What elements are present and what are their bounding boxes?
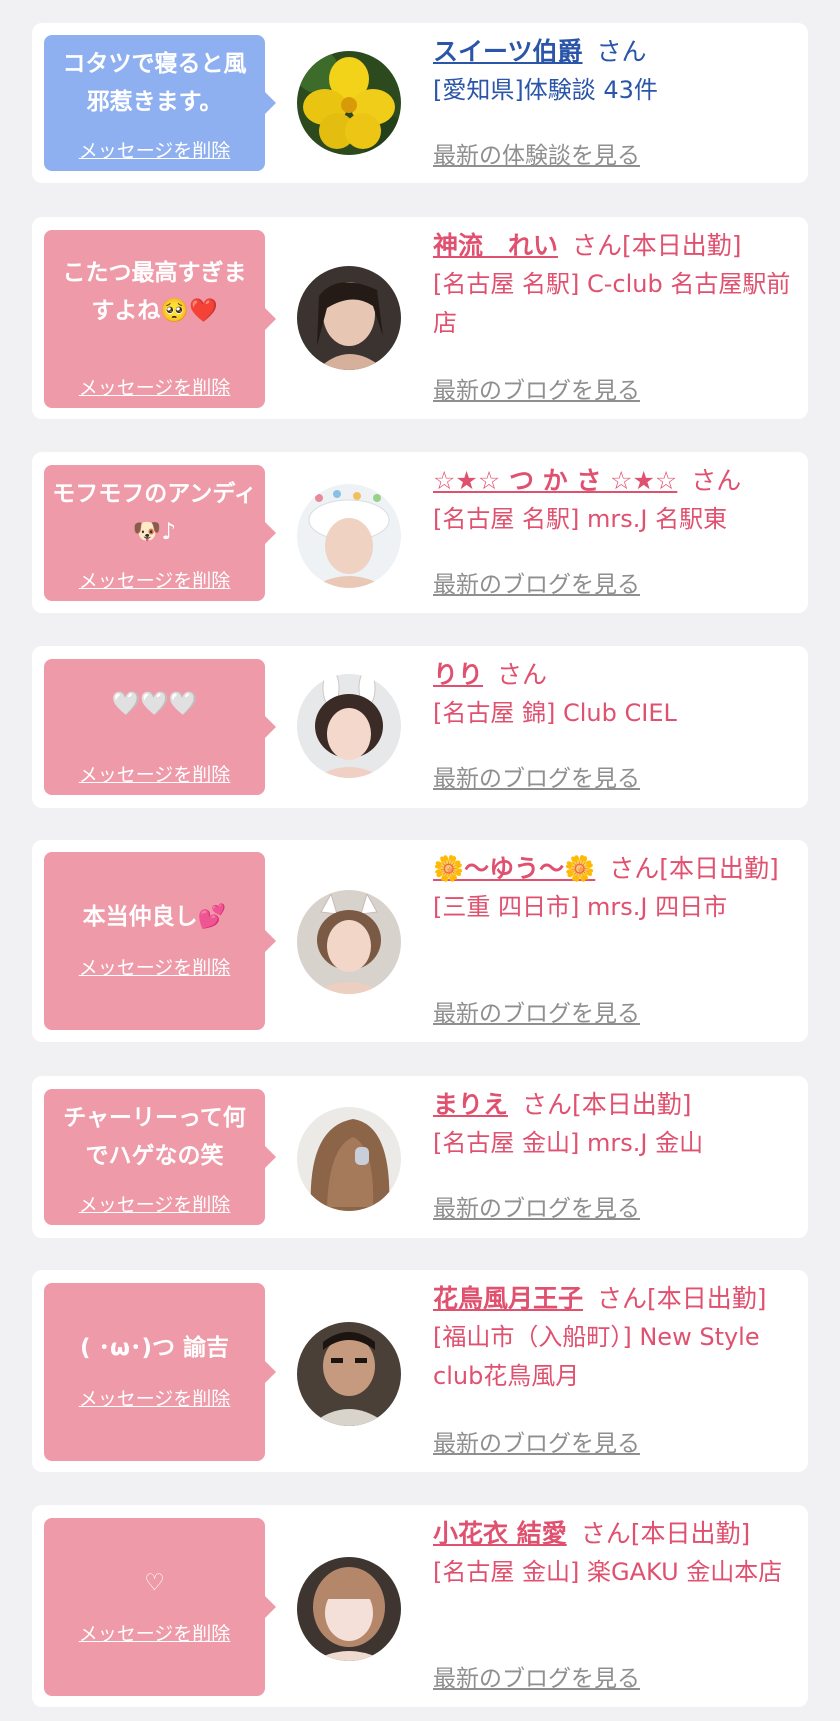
sender-suffix: さん[本日出勤]: [609, 854, 779, 883]
sender-name-line: 🌼〜ゆう〜🌼 さん[本日出勤]: [433, 850, 803, 888]
latest-reviews-link[interactable]: 最新の体験談を見る: [433, 136, 640, 170]
message-card: ( ･ω･)つ 諭吉 メッセージを削除 花鳥風月王子 さん[本日出勤] [福山市（…: [32, 1270, 808, 1472]
delete-message-link[interactable]: メッセージを削除: [44, 760, 265, 787]
latest-blog-link[interactable]: 最新のブログを見る: [433, 565, 640, 599]
sender-location: [名古屋 名駅] mrs.J 名駅東: [433, 505, 728, 533]
sender-name-link[interactable]: 花鳥風月王子: [433, 1284, 583, 1313]
sender-name-link[interactable]: りり: [433, 660, 483, 689]
message-list: コタツで寝ると風邪惹きます。 メッセージを削除 スイーツ伯爵 さん [愛知県]体験…: [0, 0, 840, 1721]
avatar[interactable]: [297, 890, 401, 994]
sender-location: [名古屋 名駅] C-club 名古屋駅前店: [433, 270, 791, 337]
avatar[interactable]: [297, 1107, 401, 1211]
sender-name-line: 小花衣 結愛 さん[本日出勤]: [433, 1515, 803, 1553]
sender-suffix: さん: [691, 466, 742, 495]
sender-info: スイーツ伯爵 さん [愛知県]体験談 43件: [433, 33, 803, 110]
message-text: こたつ最高すぎますよね🥺❤️: [62, 260, 247, 324]
avatar[interactable]: [297, 266, 401, 370]
sender-name-link[interactable]: 🌼〜ゆう〜🌼: [433, 854, 595, 883]
message-text: 🤍🤍🤍: [111, 691, 198, 717]
message-bubble: モフモフのアンディ🐶♪ メッセージを削除: [44, 465, 276, 601]
sender-name-line: ☆★☆ つ か さ ☆★☆ さん: [433, 462, 803, 500]
sender-name-line: スイーツ伯爵 さん: [433, 33, 803, 71]
message-bubble: 本当仲良し💕 メッセージを削除: [44, 852, 276, 1030]
sender-location: [名古屋 金山] mrs.J 金山: [433, 1129, 704, 1157]
avatar[interactable]: [297, 51, 401, 155]
sender-info: りり さん [名古屋 錦] Club CIEL: [433, 656, 803, 733]
sender-suffix: さん: [596, 37, 647, 66]
avatar[interactable]: [297, 1322, 401, 1426]
sender-name-line: 花鳥風月王子 さん[本日出勤]: [433, 1280, 803, 1318]
avatar[interactable]: [297, 1557, 401, 1661]
message-bubble: ♡ メッセージを削除: [44, 1518, 276, 1696]
sender-info: まりえ さん[本日出勤] [名古屋 金山] mrs.J 金山: [433, 1086, 803, 1163]
message-bubble: こたつ最高すぎますよね🥺❤️ メッセージを削除: [44, 230, 276, 408]
sender-info: 花鳥風月王子 さん[本日出勤] [福山市（入船町）] New Style club…: [433, 1280, 803, 1396]
latest-blog-link[interactable]: 最新のブログを見る: [433, 759, 640, 793]
message-text: 本当仲良し💕: [82, 904, 227, 930]
message-bubble: チャーリーって何でハゲなの笑 メッセージを削除: [44, 1089, 276, 1225]
sender-info: 🌼〜ゆう〜🌼 さん[本日出勤] [三重 四日市] mrs.J 四日市: [433, 850, 803, 927]
sender-location: [愛知県]体験談 43件: [433, 76, 658, 104]
sender-suffix: さん: [497, 660, 548, 689]
sender-info: 神流 れい さん[本日出勤] [名古屋 名駅] C-club 名古屋駅前店: [433, 227, 803, 343]
avatar[interactable]: [297, 484, 401, 588]
delete-message-link[interactable]: メッセージを削除: [44, 566, 265, 593]
sender-name-link[interactable]: 神流 れい: [433, 231, 558, 260]
sender-location: [三重 四日市] mrs.J 四日市: [433, 893, 728, 921]
message-card: 本当仲良し💕 メッセージを削除 🌼〜ゆう〜🌼 さん[本日出勤] [三重 四日市] …: [32, 840, 808, 1042]
avatar[interactable]: [297, 674, 401, 778]
sender-name-line: りり さん: [433, 656, 803, 694]
latest-blog-link[interactable]: 最新のブログを見る: [433, 1424, 640, 1458]
sender-info: ☆★☆ つ か さ ☆★☆ さん [名古屋 名駅] mrs.J 名駅東: [433, 462, 803, 539]
sender-location: [名古屋 錦] Club CIEL: [433, 699, 677, 727]
message-bubble: 🤍🤍🤍 メッセージを削除: [44, 659, 276, 795]
latest-blog-link[interactable]: 最新のブログを見る: [433, 371, 640, 405]
delete-message-link[interactable]: メッセージを削除: [44, 953, 265, 980]
sender-suffix: さん[本日出勤]: [522, 1090, 692, 1119]
sender-info: 小花衣 結愛 さん[本日出勤] [名古屋 金山] 楽GAKU 金山本店: [433, 1515, 803, 1592]
message-card: モフモフのアンディ🐶♪ メッセージを削除 ☆★☆ つ か さ ☆★☆ さん [名古…: [32, 452, 808, 613]
sender-name-link[interactable]: スイーツ伯爵: [433, 37, 583, 66]
message-text: コタツで寝ると風邪惹きます。: [62, 51, 247, 115]
message-card: ♡ メッセージを削除 小花衣 結愛 さん[本日出勤] [名古屋 金山] 楽GAKU…: [32, 1505, 808, 1707]
message-bubble: ( ･ω･)つ 諭吉 メッセージを削除: [44, 1283, 276, 1461]
message-text: モフモフのアンディ🐶♪: [52, 481, 257, 545]
delete-message-link[interactable]: メッセージを削除: [44, 136, 265, 163]
delete-message-link[interactable]: メッセージを削除: [44, 1619, 265, 1646]
message-card: コタツで寝ると風邪惹きます。 メッセージを削除 スイーツ伯爵 さん [愛知県]体験…: [32, 23, 808, 183]
delete-message-link[interactable]: メッセージを削除: [44, 1384, 265, 1411]
message-text: チャーリーって何でハゲなの笑: [63, 1105, 246, 1169]
sender-location: [名古屋 金山] 楽GAKU 金山本店: [433, 1558, 783, 1586]
delete-message-link[interactable]: メッセージを削除: [44, 1190, 265, 1217]
latest-blog-link[interactable]: 最新のブログを見る: [433, 1659, 640, 1693]
sender-suffix: さん[本日出勤]: [580, 1519, 751, 1548]
sender-suffix: さん[本日出勤]: [597, 1284, 767, 1313]
sender-name-link[interactable]: 小花衣 結愛: [433, 1519, 567, 1548]
sender-location: [福山市（入船町）] New Style club花鳥風月: [433, 1323, 760, 1390]
sender-name-link[interactable]: ☆★☆ つ か さ ☆★☆: [433, 466, 677, 495]
sender-name-line: まりえ さん[本日出勤]: [433, 1086, 803, 1124]
sender-name-line: 神流 れい さん[本日出勤]: [433, 227, 803, 265]
message-text: ( ･ω･)つ 諭吉: [79, 1335, 230, 1361]
latest-blog-link[interactable]: 最新のブログを見る: [433, 1189, 640, 1223]
sender-name-link[interactable]: まりえ: [433, 1090, 508, 1119]
sender-suffix: さん[本日出勤]: [572, 231, 742, 260]
message-card: 🤍🤍🤍 メッセージを削除 りり さん [名古屋 錦] Club CIEL 最新のブ…: [32, 646, 808, 808]
latest-blog-link[interactable]: 最新のブログを見る: [433, 994, 640, 1028]
delete-message-link[interactable]: メッセージを削除: [44, 373, 265, 400]
message-card: チャーリーって何でハゲなの笑 メッセージを削除 まりえ さん[本日出勤] [名古屋…: [32, 1076, 808, 1238]
message-text: ♡: [144, 1570, 165, 1596]
message-card: こたつ最高すぎますよね🥺❤️ メッセージを削除 神流 れい さん[本日出勤] [名…: [32, 217, 808, 419]
message-bubble: コタツで寝ると風邪惹きます。 メッセージを削除: [44, 35, 276, 171]
